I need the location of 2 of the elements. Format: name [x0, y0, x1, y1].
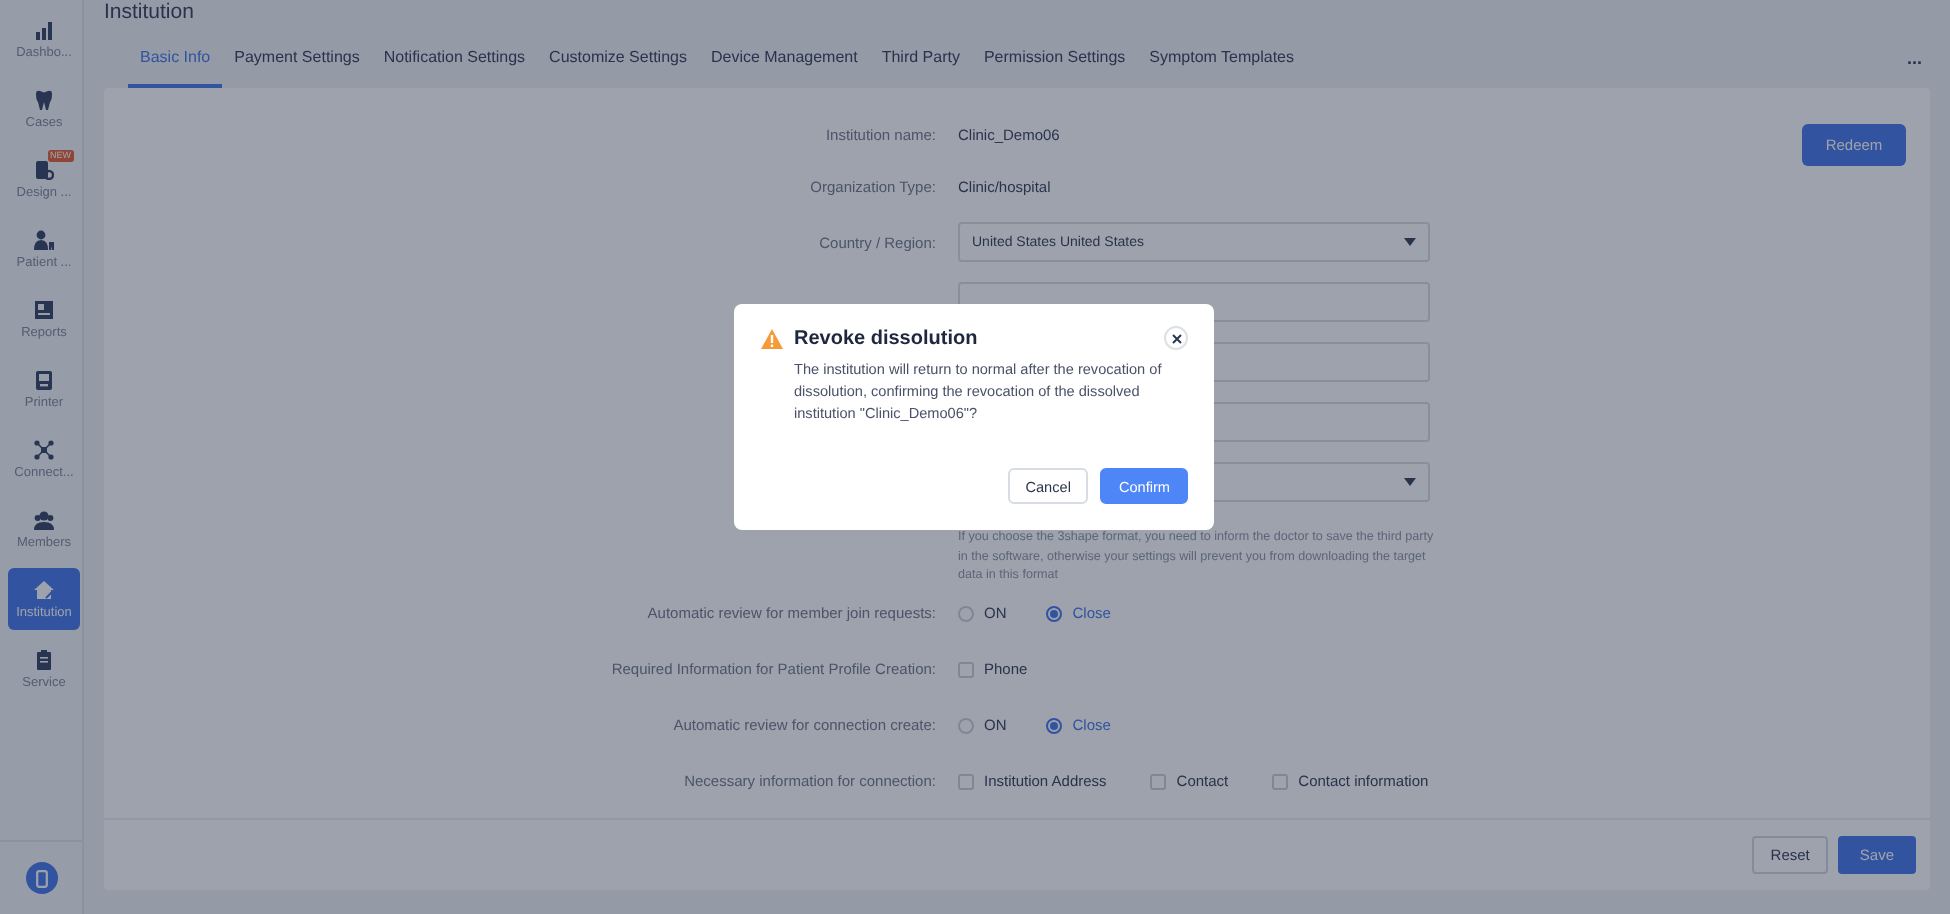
- dialog-title: Revoke dissolution: [794, 327, 980, 349]
- page-title: Institution: [104, 0, 196, 28]
